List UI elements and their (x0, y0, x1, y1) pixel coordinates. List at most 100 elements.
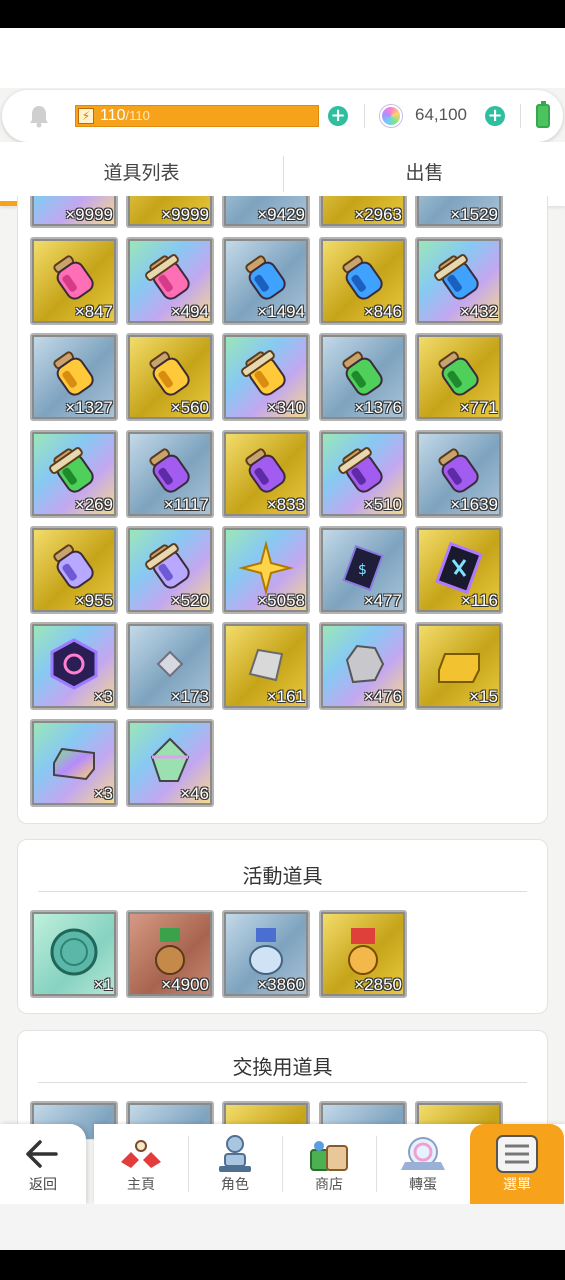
gem-count: 64,100 (415, 105, 467, 124)
item-slot[interactable]: ×560 (126, 333, 214, 422)
svg-text:$: $ (358, 562, 367, 578)
item-slot[interactable]: ×116 (415, 525, 503, 614)
item-count: ×9429 (257, 205, 305, 224)
event-items-panel: 活動道具 ×1 ×4900 ×3860 ×2850 (17, 839, 548, 1014)
rainbow-rune-card-icon (431, 540, 487, 596)
item-slot[interactable]: ×161 (222, 622, 310, 711)
item-slot[interactable]: ×520 (126, 525, 214, 614)
add-energy-button[interactable]: + (328, 106, 348, 126)
item-count: ×3860 (257, 975, 305, 994)
item-count: ×1117 (163, 494, 209, 514)
rainbow-gem-icon (380, 105, 402, 127)
item-slot[interactable]: ×3 (30, 622, 118, 711)
item-slot[interactable]: ×847 (30, 237, 118, 325)
system-status-bar (0, 0, 565, 28)
blue-potion-icon (335, 251, 391, 307)
item-slot[interactable]: ×1 (30, 910, 118, 998)
nav-label: 轉蛋 (409, 1177, 437, 1193)
item-slot[interactable]: ×3860 (222, 910, 310, 998)
item-slot[interactable]: ×9999 (126, 196, 214, 228)
small-crystal-icon (142, 636, 198, 692)
item-slot[interactable]: ×1529 (415, 196, 503, 228)
item-count: ×520 (170, 590, 209, 610)
nav-label: 商店 (315, 1177, 343, 1193)
item-slot[interactable]: ×269 (30, 429, 118, 518)
item-slot[interactable]: ×955 (30, 525, 118, 614)
item-slot[interactable]: ×476 (319, 622, 407, 711)
item-count: ×833 (266, 494, 305, 514)
inventory-panel: ×9999 ×9999 ×9429 ×2963 ×1529 ×847 ×494 ×149… (17, 196, 548, 824)
nav-menu[interactable]: 選單 (470, 1124, 564, 1204)
menu-icon (496, 1135, 538, 1173)
item-count: ×1529 (450, 205, 498, 224)
energy-value: 110/110 (100, 107, 150, 125)
item-slot[interactable]: ×771 (415, 333, 503, 422)
gacha-icon (401, 1137, 445, 1170)
resource-bar: ⚡ 110/110 + 64,100 + (2, 90, 563, 142)
rainbow-gem-icon (142, 733, 198, 789)
item-slot[interactable]: ×1639 (415, 429, 503, 518)
item-count: ×432 (459, 302, 498, 321)
item-slot[interactable]: ×432 (415, 237, 503, 325)
bottom-spacer (0, 1204, 565, 1250)
add-gems-button[interactable]: + (485, 106, 505, 126)
item-count: ×269 (74, 494, 113, 514)
item-count: ×771 (459, 398, 498, 418)
item-slot[interactable]: ×5058 (222, 525, 310, 614)
nav-gacha[interactable]: 轉蛋 (376, 1124, 470, 1204)
bell-icon[interactable] (28, 104, 50, 128)
item-slot[interactable]: ×9429 (222, 196, 310, 228)
item-slot[interactable]: ×1376 (319, 333, 407, 422)
item-count: ×510 (363, 494, 402, 514)
item-slot[interactable]: ×494 (126, 237, 214, 325)
energy-current: 110 (100, 107, 126, 124)
item-count: ×116 (460, 590, 498, 610)
nav-back-button[interactable]: 返回 (0, 1124, 86, 1204)
section-divider (38, 891, 527, 892)
item-slot[interactable]: ×340 (222, 333, 310, 422)
yellow-potion-icon (46, 347, 102, 403)
item-count: ×161 (266, 687, 305, 707)
shop-icon (310, 1141, 348, 1171)
item-count: ×3 (93, 783, 113, 803)
item-slot[interactable]: ×2963 (319, 196, 407, 228)
item-slot[interactable]: $ ×477 (319, 525, 407, 614)
item-slot[interactable]: ×510 (319, 429, 407, 518)
item-slot[interactable]: ×1494 (222, 237, 310, 325)
item-slot[interactable]: ×1117 (126, 429, 214, 518)
cookie-figure-icon (142, 924, 198, 980)
energy-bar: ⚡ 110/110 (75, 105, 319, 127)
gold-ingot-icon (431, 636, 487, 692)
sparkle-star-icon (238, 539, 294, 596)
section-title: 活動道具 (242, 864, 323, 888)
nav-shop[interactable]: 商店 (282, 1124, 376, 1204)
item-slot[interactable]: ×9999 (30, 196, 118, 228)
green-potion-icon (335, 347, 391, 403)
divider (520, 104, 521, 128)
item-slot[interactable]: ×833 (222, 429, 310, 518)
stone-shard-icon (238, 636, 294, 692)
nav-character[interactable]: 角色 (188, 1124, 282, 1204)
item-slot[interactable]: ×15 (415, 622, 503, 711)
item-slot[interactable]: ×46 (126, 718, 214, 807)
lavender-scroll-potion-icon (142, 540, 198, 596)
item-count: ×477 (363, 590, 402, 610)
item-count: ×9999 (161, 205, 209, 224)
green-scroll-potion-icon (46, 444, 102, 500)
item-slot[interactable]: ×2850 (319, 910, 407, 998)
lightning-icon: ⚡ (78, 108, 94, 124)
back-arrow-icon (26, 1140, 58, 1168)
item-slot[interactable]: ×173 (126, 622, 214, 711)
dark-rune-card-icon: $ (335, 540, 391, 596)
header-spacer (0, 28, 565, 88)
item-slot[interactable]: ×846 (319, 237, 407, 325)
item-slot[interactable]: ×1327 (30, 333, 118, 422)
item-count: ×1494 (257, 302, 305, 321)
nav-home[interactable]: 主頁 (94, 1124, 188, 1204)
nav-label: 返回 (29, 1177, 57, 1193)
item-count: ×476 (363, 687, 402, 707)
item-slot[interactable]: ×4900 (126, 910, 214, 998)
item-slot[interactable]: ×3 (30, 718, 118, 807)
bottom-nav: 返回 主頁 角色 商店 轉蛋 選單 (0, 1124, 565, 1204)
green-potion-icon (431, 347, 487, 403)
